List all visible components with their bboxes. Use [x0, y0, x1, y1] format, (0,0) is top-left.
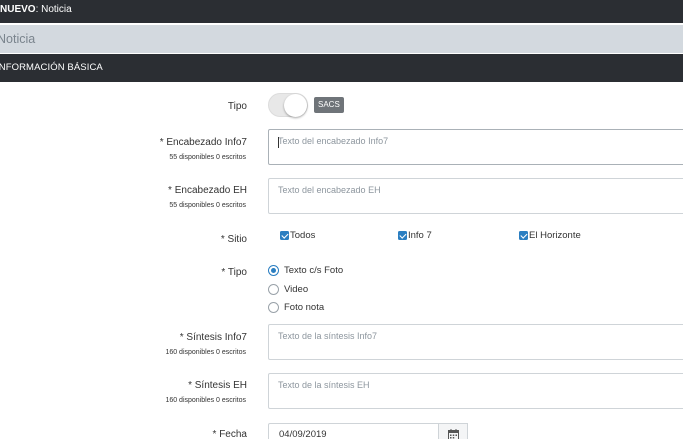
- sitio-option-label: Info 7: [408, 230, 432, 241]
- calendar-icon: [447, 428, 459, 439]
- text-cursor: [278, 137, 279, 148]
- encabezado-info7-input[interactable]: [268, 129, 683, 165]
- radio-unselected-icon: [268, 284, 279, 295]
- sitio-option-label: El Horizonte: [529, 230, 581, 241]
- encabezado-eh-counter: 55 disponibles 0 escritos: [169, 202, 246, 209]
- tipo-contenido-label: * Tipo: [221, 267, 247, 278]
- sintesis-eh-input[interactable]: [268, 373, 683, 409]
- checkbox-checked-icon: [280, 231, 289, 240]
- sitio-option-todos[interactable]: Todos: [280, 230, 315, 241]
- sintesis-info7-counter: 160 disponibles 0 escritos: [165, 349, 246, 356]
- header-title: : Noticia: [35, 4, 72, 15]
- encabezado-info7-label: * Encabezado Info7: [159, 137, 247, 148]
- page-title: Noticia: [0, 32, 36, 46]
- sitio-label: * Sitio: [220, 234, 247, 245]
- encabezado-info7-counter: 55 disponibles 0 escritos: [169, 154, 246, 161]
- encabezado-eh-label: * Encabezado EH: [168, 185, 247, 196]
- tipo-radio-foto-nota[interactable]: Foto nota: [268, 302, 324, 313]
- sitio-option-label: Todos: [290, 230, 316, 241]
- sacs-badge: SACS: [314, 97, 344, 113]
- header-prefix: NUEVO: [0, 4, 36, 15]
- encabezado-eh-input[interactable]: [268, 178, 683, 214]
- sub-header-bar: Noticia: [0, 25, 683, 53]
- sitio-option-el-horizonte[interactable]: El Horizonte: [519, 230, 581, 241]
- calendar-button[interactable]: [438, 423, 468, 439]
- tipo-radio-video[interactable]: Video: [268, 284, 308, 295]
- fecha-label: * Fecha: [212, 429, 247, 439]
- checkbox-checked-icon: [519, 231, 528, 240]
- section-title: INFORMACIÓN BÁSICA: [0, 62, 103, 73]
- section-header: INFORMACIÓN BÁSICA: [0, 54, 683, 82]
- radio-selected-icon: [268, 265, 279, 276]
- radio-label: Texto c/s Foto: [284, 265, 344, 276]
- radio-label: Foto nota: [284, 302, 325, 313]
- radio-unselected-icon: [268, 302, 279, 313]
- checkbox-checked-icon: [398, 231, 407, 240]
- sintesis-eh-label: * Síntesis EH: [188, 380, 247, 391]
- toggle-knob: [284, 94, 307, 117]
- tipo-toggle-label: Tipo: [227, 101, 247, 112]
- radio-label: Video: [284, 284, 309, 295]
- sintesis-info7-label: * Síntesis Info7: [179, 332, 247, 343]
- tipo-toggle[interactable]: [268, 93, 308, 117]
- sintesis-info7-input[interactable]: [268, 324, 683, 360]
- tipo-radio-texto[interactable]: Texto c/s Foto: [268, 265, 343, 276]
- top-header-bar: NUEVO: Noticia: [0, 0, 683, 23]
- sitio-option-info7[interactable]: Info 7: [398, 230, 432, 241]
- sintesis-eh-counter: 160 disponibles 0 escritos: [165, 397, 246, 404]
